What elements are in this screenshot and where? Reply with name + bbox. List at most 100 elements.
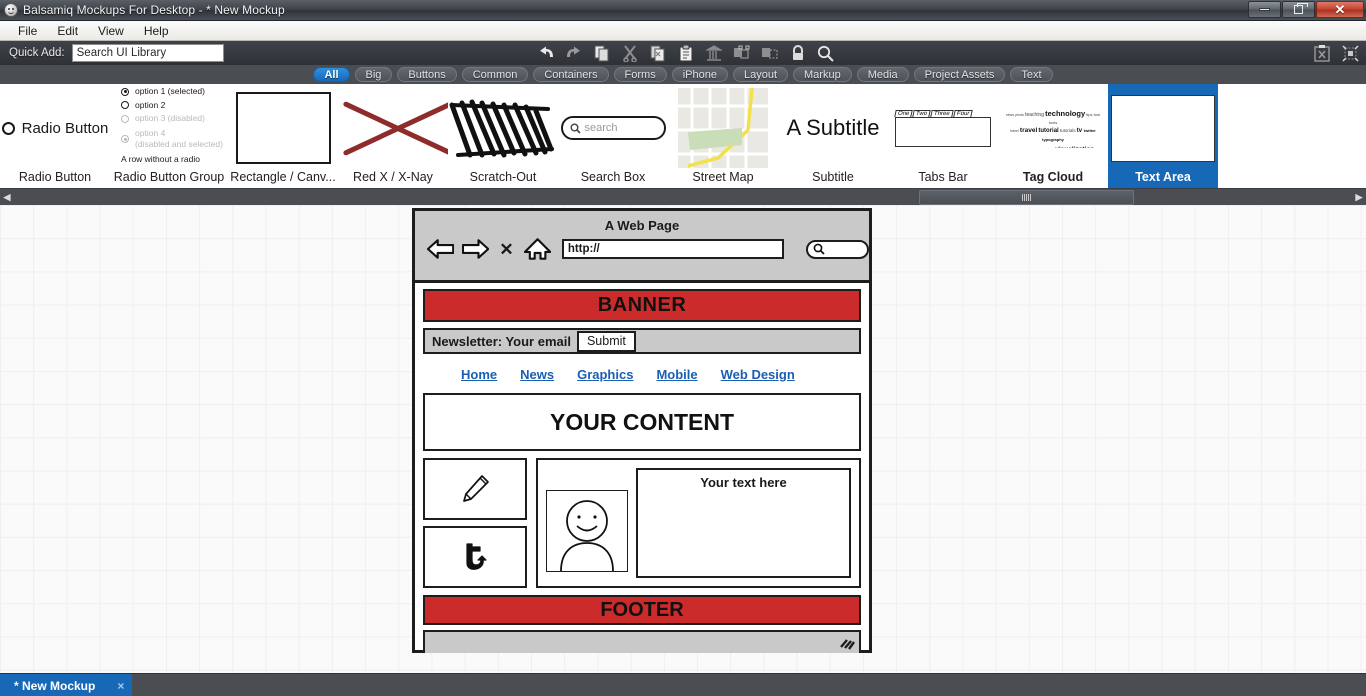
palette-item-radio-button-group[interactable]: option 1 (selected) option 2 option 3 (d… — [110, 84, 228, 188]
radio-empty-icon — [121, 101, 130, 110]
rg-option-4-sub: (disabled and selected) — [135, 139, 223, 149]
nav-link-graphics[interactable]: Graphics — [577, 367, 633, 382]
radio-circle-icon — [1, 121, 15, 135]
footer-block[interactable]: FOOTER — [423, 595, 861, 625]
scroll-left-icon[interactable]: ◀ — [0, 189, 14, 206]
category-common[interactable]: Common — [461, 67, 529, 82]
search-box-preview: search — [558, 86, 668, 170]
redo-icon[interactable] — [564, 44, 583, 63]
category-markup[interactable]: Markup — [793, 67, 852, 82]
close-icon: ✕ — [1334, 2, 1346, 17]
stop-x-icon[interactable]: ✕ — [497, 241, 515, 258]
close-button[interactable]: ✕ — [1316, 1, 1364, 18]
nav-link-home[interactable]: Home — [461, 367, 497, 382]
content-heading-box[interactable]: YOUR CONTENT — [423, 393, 861, 451]
browser-url-bar[interactable]: http:// — [561, 239, 784, 259]
main-content-cell: Your text here — [536, 458, 861, 588]
tab-sample-2: Two — [912, 109, 932, 117]
category-forms[interactable]: Forms — [613, 67, 667, 82]
search-placeholder: search — [584, 122, 618, 134]
palette-scrollbar[interactable]: ◀ ▶ — [0, 188, 1366, 205]
forward-arrow-icon[interactable] — [462, 238, 490, 260]
palette-item-street-map[interactable]: Street Map — [668, 84, 778, 188]
search-ui-library-input[interactable] — [71, 44, 224, 62]
category-big[interactable]: Big — [354, 67, 393, 82]
category-media[interactable]: Media — [856, 67, 909, 82]
title-bar: Balsamiq Mockups For Desktop - * New Moc… — [0, 0, 1366, 21]
category-all[interactable]: All — [313, 67, 350, 82]
newsletter-label: Newsletter: Your email — [432, 333, 571, 349]
scrollbar-thumb[interactable] — [919, 189, 1134, 205]
twitter-bird-icon — [466, 543, 487, 570]
rg-option-2: option 2 — [135, 99, 166, 110]
scrollbar-track[interactable] — [14, 189, 1352, 206]
browser-status-bar — [423, 630, 861, 653]
home-icon[interactable] — [523, 237, 551, 261]
category-project-assets[interactable]: Project Assets — [913, 67, 1006, 82]
text-area-preview — [1108, 86, 1218, 170]
ungroup-icon[interactable] — [760, 44, 779, 63]
palette-item-rectangle[interactable]: Rectangle / Canv... — [228, 84, 338, 188]
minimize-button[interactable] — [1248, 1, 1281, 18]
window-controls: ✕ — [1248, 1, 1364, 18]
undo-icon[interactable] — [536, 44, 555, 63]
palette-label: Search Box — [580, 170, 646, 184]
resize-grip-icon[interactable] — [839, 638, 855, 650]
category-buttons[interactable]: Buttons — [397, 67, 457, 82]
nav-link-web-design[interactable]: Web Design — [721, 367, 795, 382]
palette-label: Red X / X-Nay — [353, 170, 433, 184]
palette-item-tabs-bar[interactable]: One Two Three Four Tabs Bar — [888, 84, 998, 188]
category-layout[interactable]: Layout — [732, 67, 789, 82]
group-icon[interactable] — [732, 44, 751, 63]
palette-item-radio-button[interactable]: Radio Button Radio Button — [0, 84, 110, 188]
browser-search-field[interactable] — [805, 239, 869, 259]
palette-item-tag-cloud[interactable]: news photo teaching technology tips tool… — [998, 84, 1108, 188]
cut-icon[interactable] — [620, 44, 639, 63]
clear-selection-icon[interactable] — [1312, 44, 1331, 63]
side-cell-twitter[interactable] — [423, 526, 527, 588]
category-iphone[interactable]: iPhone — [671, 67, 728, 82]
document-tab-new-mockup[interactable]: * New Mockup × — [0, 674, 133, 696]
subtitle-preview: A Subtitle — [778, 86, 888, 170]
radio-disabled-selected-icon — [121, 135, 130, 143]
delete-icon[interactable] — [704, 44, 723, 63]
side-cell-pencil[interactable] — [423, 458, 527, 520]
scroll-right-icon[interactable]: ▶ — [1352, 189, 1366, 206]
palette-item-red-x[interactable]: Red X / X-Nay — [338, 84, 448, 188]
nav-link-news[interactable]: News — [520, 367, 554, 382]
red-x-preview — [338, 86, 448, 170]
user-avatar-icon — [546, 490, 628, 572]
palette-item-subtitle[interactable]: A Subtitle Subtitle — [778, 84, 888, 188]
palette-item-search-box[interactable]: search Search Box — [558, 84, 668, 188]
rectangle-preview — [228, 86, 338, 170]
copy-icon[interactable] — [592, 44, 611, 63]
restore-button[interactable] — [1282, 1, 1315, 18]
palette-label: Scratch-Out — [469, 170, 537, 184]
fullscreen-icon[interactable] — [1341, 44, 1360, 63]
menu-file[interactable]: File — [8, 22, 47, 40]
palette-item-scratch-out[interactable]: Scratch-Out — [448, 84, 558, 188]
widget-library-palette[interactable]: Radio Button Radio Button option 1 (sele… — [0, 84, 1366, 188]
clipboard-icon[interactable] — [676, 44, 695, 63]
toolbar-right-icons — [1312, 41, 1360, 65]
category-containers[interactable]: Containers — [533, 67, 609, 82]
menu-view[interactable]: View — [88, 22, 134, 40]
banner-block[interactable]: BANNER — [423, 289, 861, 322]
smiley-icon — [4, 3, 18, 17]
browser-window-widget[interactable]: A Web Page ✕ http:// BANNER Newsletter: … — [412, 208, 872, 653]
submit-button[interactable]: Submit — [576, 330, 636, 352]
palette-item-text-area[interactable]: Text Area — [1108, 84, 1218, 188]
menu-help[interactable]: Help — [134, 22, 179, 40]
tab-close-icon[interactable]: × — [117, 679, 124, 693]
menu-edit[interactable]: Edit — [47, 22, 88, 40]
category-text[interactable]: Text — [1010, 67, 1053, 82]
zoom-icon[interactable] — [816, 44, 835, 63]
palette-label: Radio Button — [18, 170, 92, 184]
back-arrow-icon[interactable] — [427, 238, 455, 260]
lock-icon[interactable] — [788, 44, 807, 63]
nav-link-mobile[interactable]: Mobile — [656, 367, 697, 382]
paste-copy-icon[interactable] — [648, 44, 667, 63]
radio-group-preview: option 1 (selected) option 2 option 3 (d… — [110, 86, 228, 170]
text-area-cell[interactable]: Your text here — [636, 468, 851, 578]
palette-label: Street Map — [692, 170, 754, 184]
